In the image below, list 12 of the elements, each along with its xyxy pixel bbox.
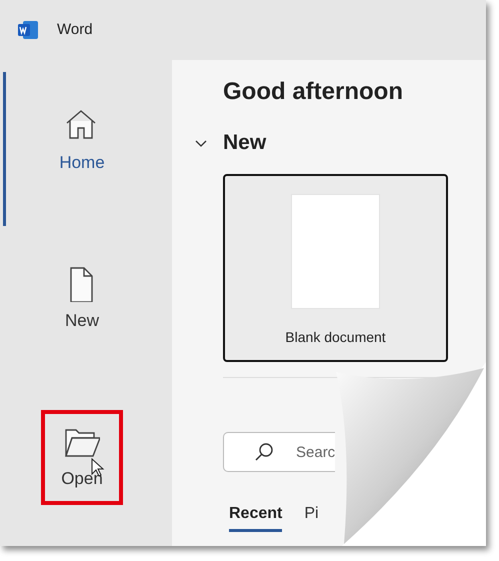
- word-logo-icon: [18, 21, 38, 39]
- tab[interactable]: Recent: [229, 502, 282, 532]
- section-heading: New: [223, 130, 266, 156]
- sidebar-item[interactable]: Home: [41, 94, 123, 189]
- search-field[interactable]: Searc: [223, 432, 335, 472]
- tab[interactable]: Pi: [304, 502, 319, 532]
- sidebar-item[interactable]: New: [41, 252, 123, 347]
- search-icon: [254, 442, 274, 462]
- app-title: Word: [57, 20, 93, 40]
- blank-document-tile[interactable]: Blank document: [223, 174, 448, 362]
- greeting-heading: Good afternoon: [223, 77, 404, 107]
- sidebar-item[interactable]: Open: [41, 410, 123, 505]
